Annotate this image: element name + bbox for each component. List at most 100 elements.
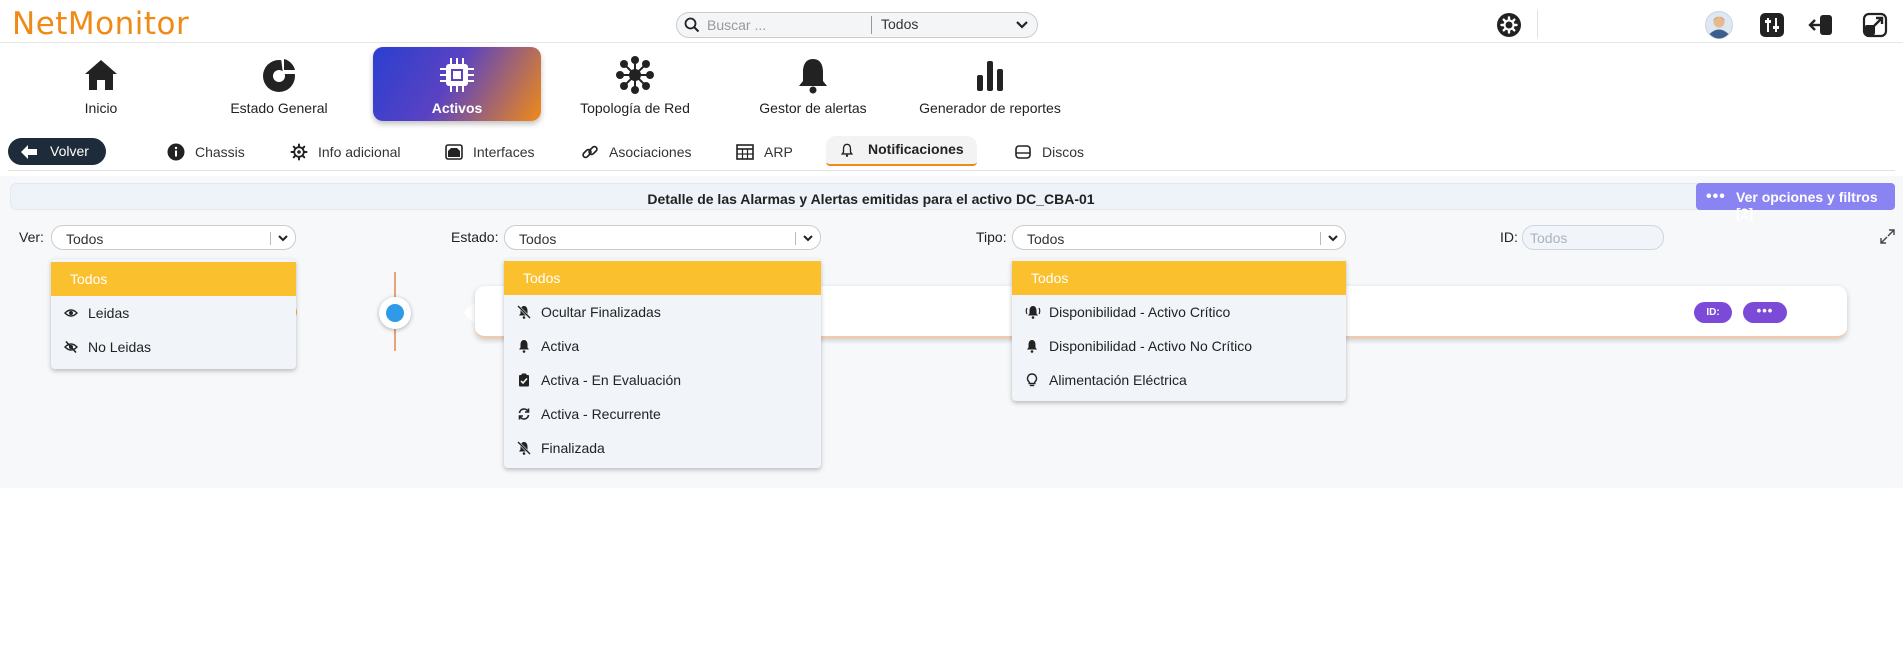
search-input[interactable] [707, 16, 862, 34]
estado-dropdown: Todos Ocultar Finalizadas Activa Activa … [504, 259, 821, 468]
dropdown-option-disponibilidad-no-critico[interactable]: Disponibilidad - Activo No Crítico [1012, 329, 1346, 363]
nav-inicio[interactable]: Inicio [17, 47, 185, 121]
sliders-icon[interactable] [1759, 12, 1785, 38]
nav-label: Inicio [84, 100, 118, 116]
option-label: Activa - En Evaluación [541, 372, 682, 388]
eye-slash-icon [64, 340, 78, 354]
app-logo[interactable]: NetMonitor [12, 6, 189, 42]
tab-label: ARP [764, 144, 793, 160]
tab-label: Discos [1042, 144, 1085, 160]
option-label: No Leidas [88, 339, 152, 355]
logout-icon[interactable] [1808, 12, 1834, 38]
option-label: Ocultar Finalizadas [541, 304, 661, 320]
dropdown-option-activa[interactable]: Activa [504, 329, 821, 363]
filter-id-input[interactable] [1522, 225, 1664, 250]
open-external-icon[interactable] [1862, 12, 1888, 38]
option-label: Finalizada [541, 440, 605, 456]
filter-ver-value: Todos [66, 231, 104, 247]
user-avatar[interactable] [1705, 11, 1733, 39]
info-icon [167, 143, 185, 161]
bell-icon [840, 143, 854, 157]
bell-slash-icon [517, 305, 531, 319]
tab-label: Asociaciones [609, 144, 692, 160]
refresh-icon [518, 408, 530, 420]
filter-estado-select[interactable]: Todos [504, 225, 821, 250]
option-label: Todos [1031, 270, 1069, 286]
nav-generador-reportes[interactable]: Generador de reportes [906, 47, 1074, 121]
nav-label: Activos [431, 100, 483, 116]
dropdown-option-alimentacion-electrica[interactable]: Alimentación Eléctrica [1012, 363, 1346, 397]
eye-icon [64, 309, 78, 317]
option-label: Todos [523, 270, 561, 286]
home-icon [85, 60, 117, 90]
tab-discos[interactable]: Discos [1014, 141, 1094, 165]
select-separator [1320, 232, 1321, 245]
filter-ver-select[interactable]: Todos [51, 225, 296, 250]
tipo-dropdown: Todos Disponibilidad - Activo Crítico Di… [1012, 259, 1346, 401]
detail-title: Detalle de las Alarmas y Alertas emitida… [647, 191, 1095, 207]
ver-dropdown: Todos Leidas No Leidas [51, 259, 296, 369]
bell-icon [519, 340, 529, 353]
filter-estado-label: Estado: [451, 229, 499, 245]
timeline-dot [379, 297, 411, 329]
tab-label: Interfaces [473, 144, 535, 160]
disk-icon [1015, 145, 1031, 159]
network-icon [616, 56, 654, 94]
bar-chart-icon [977, 61, 1003, 91]
more-dots-icon: ••• [1706, 188, 1726, 205]
dropdown-option-disponibilidad-critico[interactable]: Disponibilidad - Activo Crítico [1012, 295, 1346, 329]
option-label: Leidas [88, 305, 130, 321]
event-id-badge[interactable]: ID: [1694, 302, 1732, 323]
chevron-down-icon[interactable] [1015, 19, 1029, 31]
chevron-down-icon [278, 235, 288, 242]
tab-arp[interactable]: ARP [736, 141, 796, 165]
dropdown-option-finalizada[interactable]: Finalizada [504, 431, 821, 465]
subnav-divider [8, 170, 1895, 171]
option-label: Disponibilidad - Activo Crítico [1049, 304, 1231, 320]
table-icon [736, 144, 754, 160]
dropdown-option-activa-en-evaluacion[interactable]: Activa - En Evaluación [504, 363, 821, 397]
header-divider [1537, 10, 1538, 38]
tab-interfaces[interactable]: Interfaces [445, 141, 545, 165]
nav-label: Topología de Red [580, 100, 690, 116]
filter-tipo-select[interactable]: Todos [1012, 225, 1346, 250]
back-button[interactable]: Volver [8, 138, 106, 165]
filter-tipo-label: Tipo: [976, 229, 1007, 245]
link-icon [582, 145, 598, 159]
gear-icon[interactable] [1496, 12, 1522, 38]
bell-ringing-icon [1025, 306, 1041, 319]
expand-icon[interactable] [1880, 229, 1895, 244]
pie-chart-icon [263, 58, 297, 92]
nav-label: Estado General [230, 100, 328, 116]
tab-chassis[interactable]: Chassis [167, 141, 257, 165]
search-separator [871, 16, 872, 34]
dropdown-option-no-leidas[interactable]: No Leidas [51, 330, 296, 364]
tab-info-adicional[interactable]: Info adicional [290, 141, 420, 165]
dropdown-option-todos[interactable]: Todos [51, 262, 296, 296]
filter-tipo-value: Todos [1027, 231, 1065, 247]
dropdown-option-activa-recurrente[interactable]: Activa - Recurrente [504, 397, 821, 431]
option-label: Todos [70, 271, 108, 287]
nav-estado-general[interactable]: Estado General [195, 47, 363, 121]
nav-label: Generador de reportes [919, 100, 1061, 116]
dropdown-option-ocultar-finalizadas[interactable]: Ocultar Finalizadas [504, 295, 821, 329]
interfaces-icon [445, 144, 463, 160]
chip-icon [440, 58, 474, 92]
nav-activos[interactable]: Activos [373, 47, 541, 121]
back-label: Volver [50, 143, 89, 159]
tab-notificaciones[interactable]: Notificaciones [826, 136, 977, 166]
search-box: Todos [676, 12, 1038, 38]
bell-icon [1027, 340, 1037, 353]
tab-asociaciones[interactable]: Asociaciones [581, 141, 701, 165]
option-label: Activa - Recurrente [541, 406, 661, 422]
select-separator [795, 232, 796, 245]
dropdown-option-todos[interactable]: Todos [504, 261, 821, 295]
search-scope-select[interactable]: Todos [881, 16, 918, 32]
dropdown-option-todos[interactable]: Todos [1012, 261, 1346, 295]
nav-topologia[interactable]: Topología de Red [551, 47, 719, 121]
nav-gestor-alertas[interactable]: Gestor de alertas [729, 47, 897, 121]
options-filters-button[interactable]: ••• Ver opciones y filtros [2] [1696, 183, 1895, 221]
event-more-button[interactable]: ••• [1743, 302, 1787, 323]
arrow-left-icon [21, 145, 37, 159]
dropdown-option-leidas[interactable]: Leidas [51, 296, 296, 330]
